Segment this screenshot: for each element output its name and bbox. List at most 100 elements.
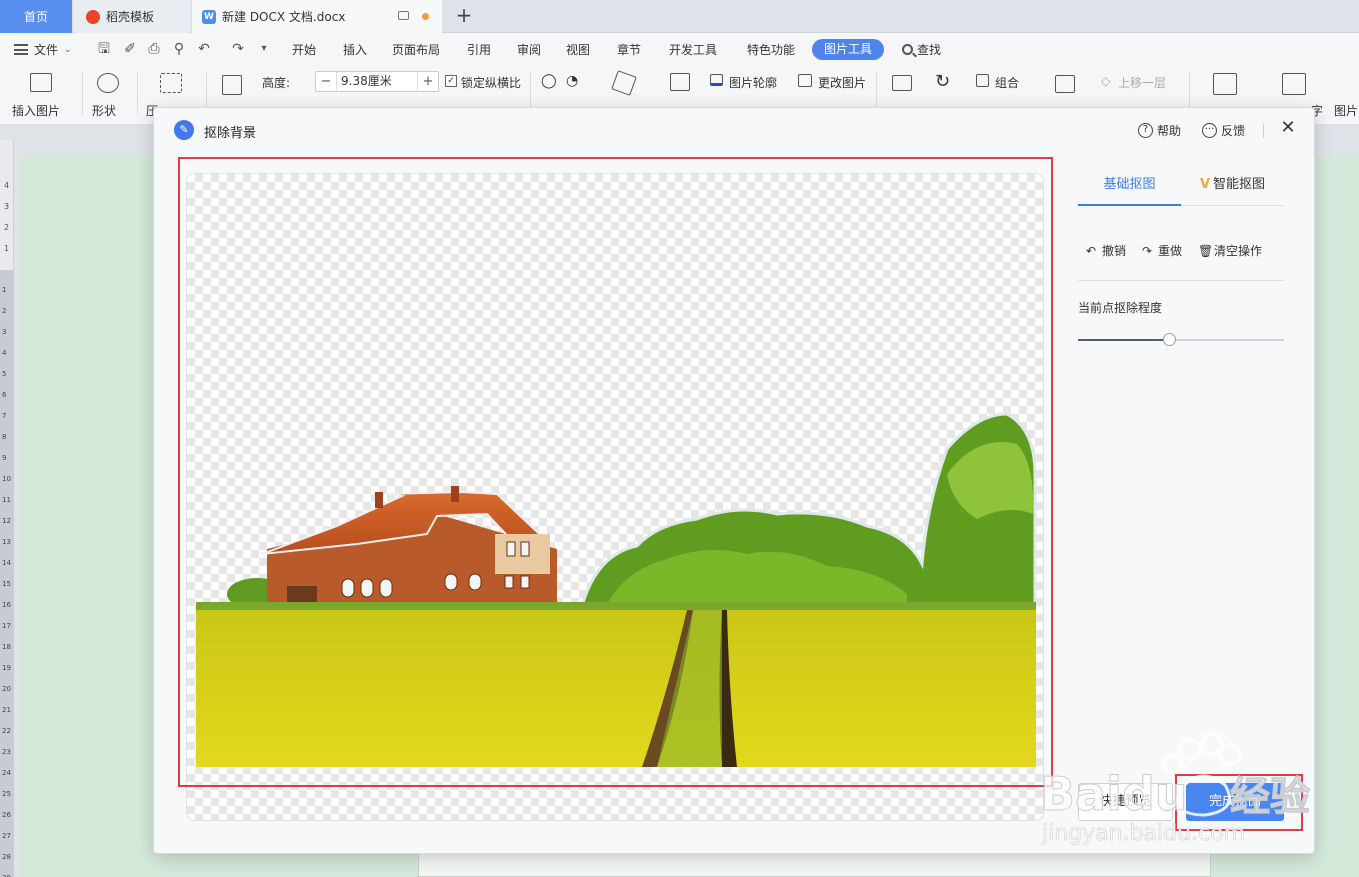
picture-outline-icon[interactable] bbox=[710, 74, 723, 86]
height-value[interactable]: 9.38厘米 bbox=[336, 72, 418, 91]
adjust-icon[interactable]: ◯ bbox=[541, 73, 557, 89]
monitor-icon[interactable] bbox=[398, 11, 409, 20]
height-stepper[interactable]: − 9.38厘米 + bbox=[315, 71, 439, 92]
color-icon[interactable]: ◔ bbox=[566, 73, 578, 89]
picture-label[interactable]: 图片 bbox=[1334, 102, 1358, 119]
tab-document[interactable]: W 新建 DOCX 文档.docx bbox=[192, 0, 442, 33]
vip-icon: V bbox=[1199, 177, 1211, 192]
tab-home[interactable]: 首页 bbox=[0, 0, 72, 33]
ruler-number: 19 bbox=[2, 664, 11, 672]
docer-logo-icon bbox=[86, 9, 100, 24]
help-label: 帮助 bbox=[1157, 124, 1182, 138]
print-preview-icon[interactable]: ⚲ bbox=[171, 41, 187, 57]
panel-divider bbox=[1078, 280, 1284, 281]
shape-icon[interactable] bbox=[97, 73, 119, 93]
ruler-number: 14 bbox=[2, 559, 11, 567]
save-icon[interactable]: 🖫 bbox=[96, 41, 112, 57]
clear-button[interactable]: 🗑 清空操作 bbox=[1198, 242, 1262, 259]
customize-icon[interactable]: ▾ bbox=[256, 41, 272, 57]
wrap-text-icon[interactable] bbox=[892, 75, 912, 91]
slider-handle[interactable] bbox=[1162, 333, 1176, 346]
cutout-image[interactable] bbox=[187, 174, 1044, 821]
help-button[interactable]: ? 帮助 bbox=[1138, 122, 1181, 139]
removal-strength-slider[interactable] bbox=[1078, 333, 1284, 346]
effects-icon[interactable] bbox=[670, 73, 690, 91]
ruler-number: 9 bbox=[2, 454, 6, 462]
clear-label: 清空操作 bbox=[1214, 244, 1263, 258]
redo-label: 重做 bbox=[1158, 244, 1183, 258]
menu-special[interactable]: 特色功能 bbox=[747, 41, 795, 58]
crop-icon[interactable] bbox=[222, 75, 242, 95]
tab-template[interactable]: 稻壳模板 bbox=[74, 0, 190, 33]
menu-view[interactable]: 视图 bbox=[566, 41, 590, 58]
hamburger-icon bbox=[14, 44, 28, 55]
chimney-2 bbox=[451, 486, 459, 502]
redo-icon[interactable]: ↷ bbox=[230, 41, 246, 57]
ruler-number: 15 bbox=[2, 580, 11, 588]
finish-cutout-button[interactable]: 完成抠图 bbox=[1186, 783, 1284, 821]
menu-picture-tools[interactable]: 图片工具 bbox=[812, 39, 884, 60]
insert-picture-icon[interactable] bbox=[30, 73, 52, 92]
shape-button[interactable]: 形状 bbox=[92, 102, 116, 119]
insert-picture-button[interactable]: 插入图片 bbox=[12, 102, 60, 119]
group-button[interactable]: 组合 bbox=[995, 74, 1019, 91]
menu-start[interactable]: 开始 bbox=[292, 41, 316, 58]
tab-document-label: 新建 DOCX 文档.docx bbox=[222, 10, 346, 24]
menu-chapter[interactable]: 章节 bbox=[617, 41, 641, 58]
ruler-number: 7 bbox=[2, 412, 6, 420]
tab-smart-label: 智能抠图 bbox=[1213, 177, 1266, 192]
menu-developer[interactable]: 开发工具 bbox=[669, 41, 717, 58]
menu-reference[interactable]: 引用 bbox=[467, 41, 491, 58]
slider-label: 当前点抠除程度 bbox=[1078, 301, 1163, 315]
menu-page-layout[interactable]: 页面布局 bbox=[392, 41, 440, 58]
lock-ratio-label[interactable]: 锁定纵横比 bbox=[461, 74, 521, 91]
search-button[interactable]: 查找 bbox=[902, 41, 941, 58]
ruler-number: 28 bbox=[2, 853, 11, 861]
menu-review[interactable]: 审阅 bbox=[517, 41, 541, 58]
group-icon[interactable] bbox=[976, 74, 989, 87]
image-canvas[interactable] bbox=[186, 173, 1044, 821]
feedback-button[interactable]: ··· 反馈 bbox=[1202, 122, 1245, 139]
tab-template-label: 稻壳模板 bbox=[106, 10, 155, 24]
format-painter-icon[interactable]: ✐ bbox=[122, 41, 138, 57]
ruler-number: 2 bbox=[4, 223, 9, 232]
search-icon bbox=[902, 44, 913, 55]
chimney-1 bbox=[375, 492, 383, 508]
picture-to-word-icon[interactable] bbox=[1282, 73, 1306, 95]
select-pane-icon[interactable] bbox=[1055, 75, 1075, 93]
recolor-icon[interactable] bbox=[611, 70, 637, 96]
picture-outline-button[interactable]: 图片轮廓 bbox=[729, 74, 777, 91]
feedback-label: 反馈 bbox=[1221, 124, 1246, 138]
change-picture-icon[interactable] bbox=[798, 74, 812, 87]
unsaved-dot-icon bbox=[422, 13, 429, 20]
ruler-number: 23 bbox=[2, 748, 11, 756]
print-icon[interactable]: ⎙ bbox=[146, 41, 162, 57]
change-picture-button[interactable]: 更改图片 bbox=[818, 74, 866, 91]
undo-button[interactable]: ↶ 撤销 bbox=[1086, 242, 1126, 259]
file-menu[interactable]: 文件 ⌄ bbox=[14, 41, 72, 58]
lock-ratio-checkbox[interactable]: ✓ bbox=[445, 75, 457, 87]
close-icon[interactable]: ✕ bbox=[1278, 118, 1298, 138]
undo-icon[interactable]: ↶ bbox=[196, 41, 212, 57]
ruler-number: 2 bbox=[2, 307, 6, 315]
slider-fill bbox=[1078, 339, 1169, 341]
picture-to-text-icon[interactable] bbox=[1213, 73, 1237, 95]
quick-preview-button[interactable]: 快捷预览 bbox=[1078, 783, 1173, 821]
ribbon-divider bbox=[82, 71, 83, 115]
menu-insert[interactable]: 插入 bbox=[343, 41, 367, 58]
new-tab-button[interactable]: + bbox=[452, 4, 476, 28]
decrease-icon[interactable]: − bbox=[316, 74, 336, 89]
increase-icon[interactable]: + bbox=[418, 74, 438, 89]
redo-button[interactable]: ↷ 重做 bbox=[1142, 242, 1182, 259]
ruler-number: 27 bbox=[2, 832, 11, 840]
rotate-icon[interactable]: ↻ bbox=[935, 71, 950, 92]
ruler-number: 20 bbox=[2, 685, 11, 693]
tab-basic-cutout[interactable]: 基础抠图 bbox=[1078, 170, 1181, 206]
compress-icon[interactable] bbox=[160, 73, 182, 93]
undo-label: 撤销 bbox=[1102, 244, 1127, 258]
dialog-title: 抠除背景 bbox=[204, 126, 257, 141]
tab-smart-cutout[interactable]: V 智能抠图 bbox=[1181, 170, 1284, 206]
ruler-number: 16 bbox=[2, 601, 11, 609]
ruler-number: 4 bbox=[4, 181, 9, 190]
remove-bg-logo-icon: ✎ bbox=[174, 120, 194, 140]
